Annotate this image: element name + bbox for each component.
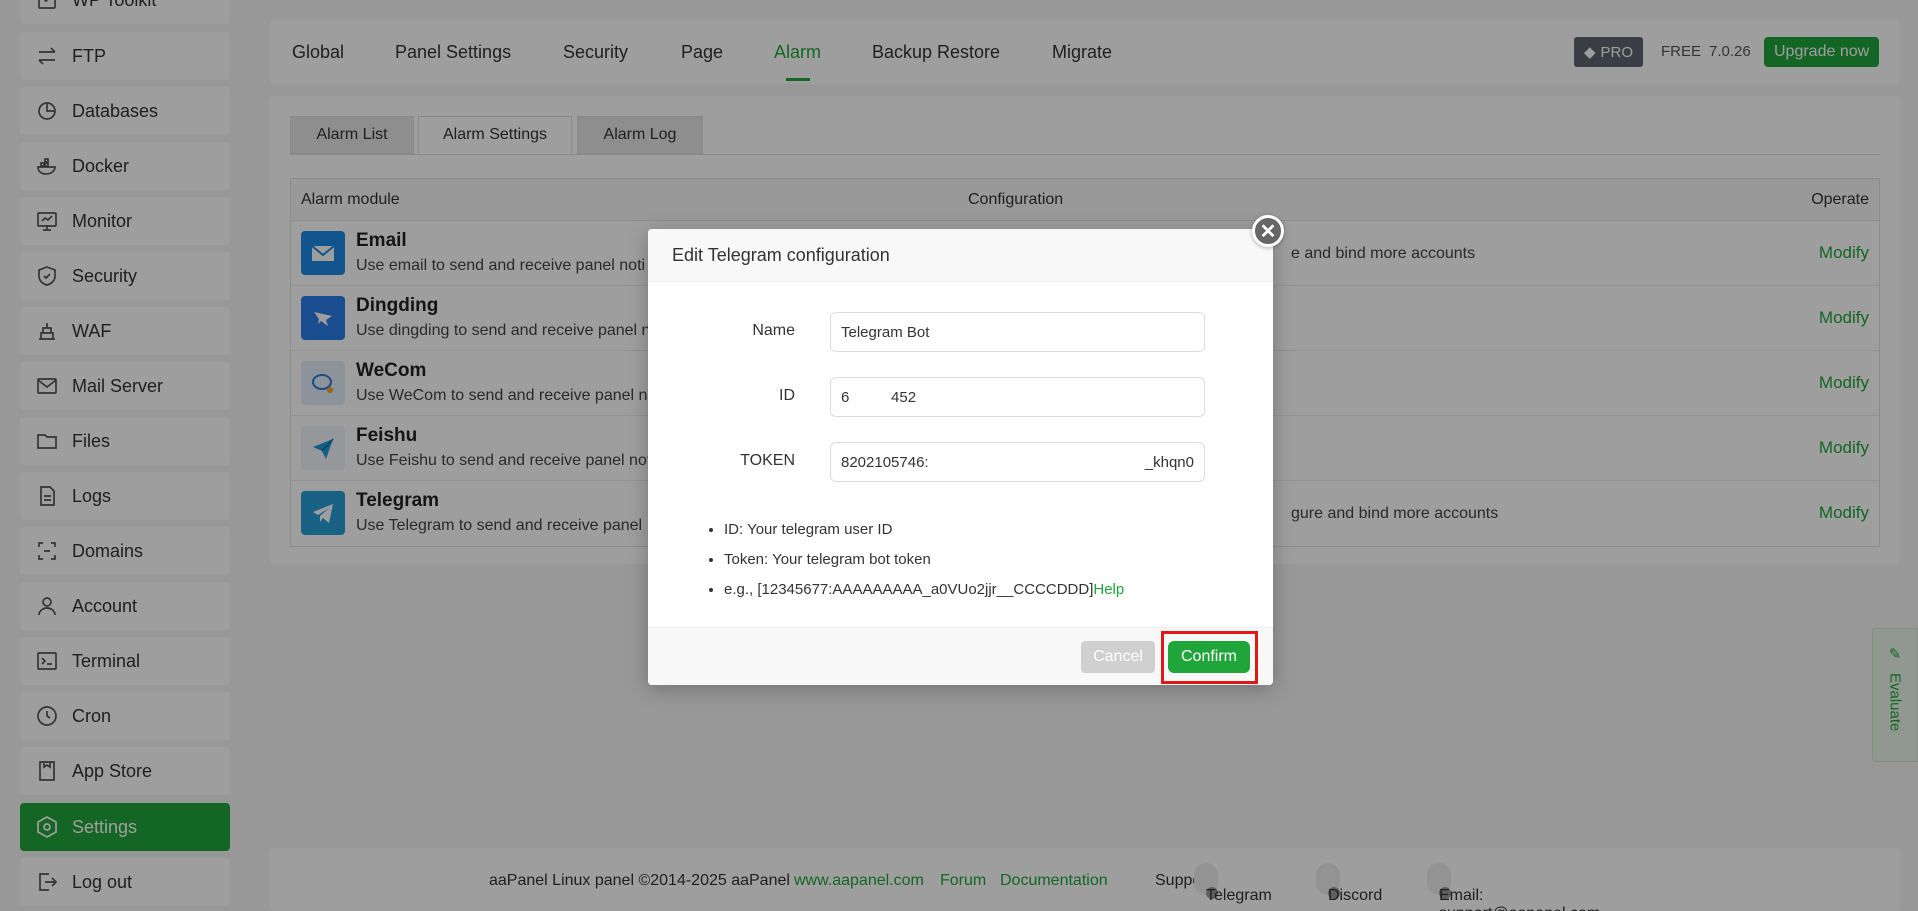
id-note: ID: Your telegram user ID [724,515,1124,545]
token-input[interactable]: 8202105746: _khqn0 [830,442,1205,482]
id-row: ID 6 452 [648,377,1273,417]
token-label: TOKEN [740,452,795,469]
edit-telegram-dialog: Edit Telegram configuration Name Telegra… [648,229,1273,685]
close-icon[interactable]: ✕ [1252,215,1284,247]
token-row: TOKEN 8202105746: _khqn0 [648,442,1273,482]
cancel-button[interactable]: Cancel [1081,641,1155,673]
example-text: e.g., [12345677:AAAAAAAAA_a0VUo2jjr__CCC… [724,581,1094,598]
confirm-highlight-box [1161,631,1258,684]
help-notes: ID: Your telegram user ID Token: Your te… [724,515,1124,605]
help-link[interactable]: Help [1093,581,1124,598]
name-row: Name Telegram Bot [648,312,1273,352]
token-value-tail: _khqn0 [1144,453,1194,471]
name-value: Telegram Bot [841,323,930,341]
token-note: Token: Your telegram bot token [724,545,1124,575]
id-label: ID [779,387,795,404]
dialog-title: Edit Telegram configuration [648,229,1273,282]
id-value: 6 452 [841,388,917,406]
example-note: e.g., [12345677:AAAAAAAAA_a0VUo2jjr__CCC… [724,575,1124,605]
name-input[interactable]: Telegram Bot [830,312,1205,352]
id-input[interactable]: 6 452 [830,377,1205,417]
name-label: Name [752,322,795,339]
token-value: 8202105746: [841,453,929,471]
